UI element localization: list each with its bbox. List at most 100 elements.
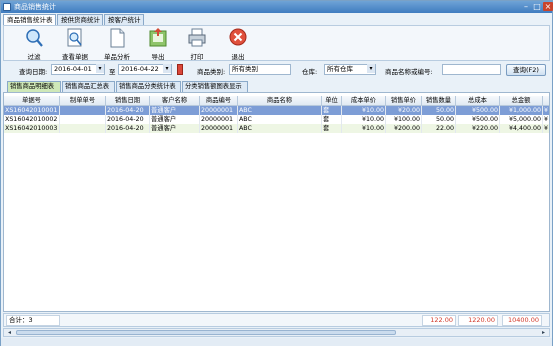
col-item-code[interactable]: 商品编号 — [200, 96, 238, 106]
tab-category-chart[interactable]: 分类销售额图表显示 — [182, 81, 248, 92]
warehouse-dropdown-icon[interactable]: ▾ — [367, 64, 375, 73]
view-document-button[interactable]: 查看单据 — [59, 28, 91, 61]
cell-item-code: 20000001 — [200, 115, 238, 124]
col-sale-qty[interactable]: 销售数量 — [422, 96, 456, 106]
col-customer[interactable]: 客户名称 — [150, 96, 200, 106]
table-row[interactable]: XS16042010002 2016-04-20 普通客户 20000001 A… — [4, 115, 549, 124]
total-amount: 10400.00 — [502, 315, 542, 326]
table-row[interactable]: XS16042010001 2016-04-20 普通客户 20000001 A… — [4, 106, 549, 115]
cell-customer: 普通客户 — [150, 106, 200, 115]
col-cost-price[interactable]: 成本单价 — [342, 96, 386, 106]
col-sale-price[interactable]: 销售单价 — [386, 96, 422, 106]
category-label: 商品类别: — [197, 68, 226, 76]
warehouse-label: 仓库: — [302, 68, 318, 76]
cell-unit: 套 — [322, 115, 342, 124]
main-window: 商品销售统计 – □ × 商品销售统计表 按供货商统计 按客户统计 过滤 查看单… — [0, 0, 553, 346]
tab-category-stats[interactable]: 销售商品分类统计表 — [116, 81, 181, 92]
cell-sale-date: 2016-04-20 — [106, 124, 150, 133]
cell-item-name: ABC — [238, 106, 322, 115]
cell-unit: 套 — [322, 124, 342, 133]
cell-sale-qty: 22.00 — [422, 124, 456, 133]
name-label: 商品名称或编号: — [385, 68, 433, 76]
col-overflow — [543, 96, 549, 106]
cell-maker-no — [60, 124, 106, 133]
date-from-dropdown-icon[interactable]: ▾ — [96, 64, 104, 73]
cell-customer: 普通客户 — [150, 115, 200, 124]
exit-label: 退出 — [231, 53, 245, 61]
query-button[interactable]: 查询(F2) — [506, 64, 546, 76]
cell-doc-no: XS16042010001 — [4, 106, 60, 115]
export-label: 导出 — [151, 53, 165, 61]
tab-sales-summary[interactable]: 销售商品汇总表 — [62, 81, 115, 92]
item-analysis-label: 单品分析 — [104, 53, 130, 61]
print-button[interactable]: 打印 — [181, 28, 213, 61]
date-to-dropdown-icon[interactable]: ▾ — [163, 64, 171, 73]
cell-total-amount: ¥1,000.00 — [500, 106, 543, 115]
filter-button[interactable]: 过滤 — [18, 28, 50, 61]
horizontal-scrollbar[interactable]: ◂ ▸ — [3, 328, 550, 337]
row-count: 合计：3 — [6, 315, 60, 326]
col-total-cost[interactable]: 总成本 — [456, 96, 500, 106]
cell-overflow: ¥ — [543, 115, 549, 124]
view-document-icon — [67, 28, 82, 47]
cell-total-amount: ¥4,400.00 — [500, 124, 543, 133]
export-button[interactable]: 导出 — [142, 28, 174, 61]
cell-doc-no: XS16042010003 — [4, 124, 60, 133]
tab-sales-stats[interactable]: 商品销售统计表 — [3, 14, 56, 25]
print-label: 打印 — [190, 53, 204, 61]
cell-customer: 普通客户 — [150, 124, 200, 133]
exit-icon — [229, 28, 247, 46]
col-unit[interactable]: 单位 — [322, 96, 342, 106]
cell-maker-no — [60, 106, 106, 115]
close-button[interactable]: × — [543, 2, 553, 11]
col-doc-no[interactable]: 单据号 — [4, 96, 60, 106]
cell-unit: 套 — [322, 106, 342, 115]
export-icon — [149, 28, 167, 47]
cell-item-code: 20000001 — [200, 106, 238, 115]
cell-doc-no: XS16042010002 — [4, 115, 60, 124]
table-row[interactable]: XS16042010003 2016-04-20 普通客户 20000001 A… — [4, 124, 549, 133]
scroll-left-icon[interactable]: ◂ — [5, 329, 14, 336]
cell-item-name: ABC — [238, 115, 322, 124]
table-header: 单据号 制单单号 销售日期 客户名称 商品编号 商品名称 单位 成本单价 销售单… — [4, 96, 549, 106]
col-total-amount[interactable]: 总金额 — [500, 96, 543, 106]
app-icon — [3, 3, 11, 11]
toolbar: 过滤 查看单据 单品分析 导出 打印 退出 — [3, 25, 550, 61]
col-item-name[interactable]: 商品名称 — [238, 96, 322, 106]
document-icon — [110, 28, 125, 48]
clear-date-button[interactable] — [177, 64, 183, 75]
col-sale-date[interactable]: 销售日期 — [106, 96, 150, 106]
status-bar — [1, 338, 552, 346]
maximize-button[interactable]: □ — [532, 2, 542, 11]
view-document-label: 查看单据 — [62, 53, 88, 61]
cell-item-name: ABC — [238, 124, 322, 133]
cell-sale-qty: 50.00 — [422, 106, 456, 115]
minimize-button[interactable]: – — [521, 2, 531, 11]
magnifier-icon — [26, 29, 43, 47]
col-maker-no[interactable]: 制单单号 — [60, 96, 106, 106]
name-search-input[interactable] — [442, 64, 501, 75]
cell-overflow: ¥ — [543, 124, 549, 133]
cell-maker-no — [60, 115, 106, 124]
scroll-right-icon[interactable]: ▸ — [539, 329, 548, 336]
tab-by-customer[interactable]: 按客户统计 — [104, 14, 144, 25]
cell-sale-price: ¥200.00 — [386, 124, 422, 133]
cell-cost-price: ¥10.00 — [342, 106, 386, 115]
tab-sales-detail[interactable]: 销售商品明细表 — [7, 81, 61, 92]
cell-sale-price: ¥20.00 — [386, 106, 422, 115]
cell-cost-price: ¥10.00 — [342, 124, 386, 133]
cell-cost-price: ¥10.00 — [342, 115, 386, 124]
cell-sale-price: ¥100.00 — [386, 115, 422, 124]
sales-detail-table: 单据号 制单单号 销售日期 客户名称 商品编号 商品名称 单位 成本单价 销售单… — [3, 92, 550, 312]
item-analysis-button[interactable]: 单品分析 — [101, 28, 133, 61]
scroll-thumb[interactable] — [16, 330, 396, 335]
date-to-separator: 至 — [109, 68, 116, 76]
tab-by-supplier[interactable]: 按供货商统计 — [57, 14, 103, 25]
cell-total-cost: ¥220.00 — [456, 124, 500, 133]
exit-button[interactable]: 退出 — [222, 28, 254, 61]
category-field[interactable]: 所有类别 — [229, 64, 291, 75]
cell-item-code: 20000001 — [200, 124, 238, 133]
cell-total-amount: ¥5,000.00 — [500, 115, 543, 124]
cell-sale-date: 2016-04-20 — [106, 106, 150, 115]
date-label: 查询日期: — [19, 68, 48, 76]
